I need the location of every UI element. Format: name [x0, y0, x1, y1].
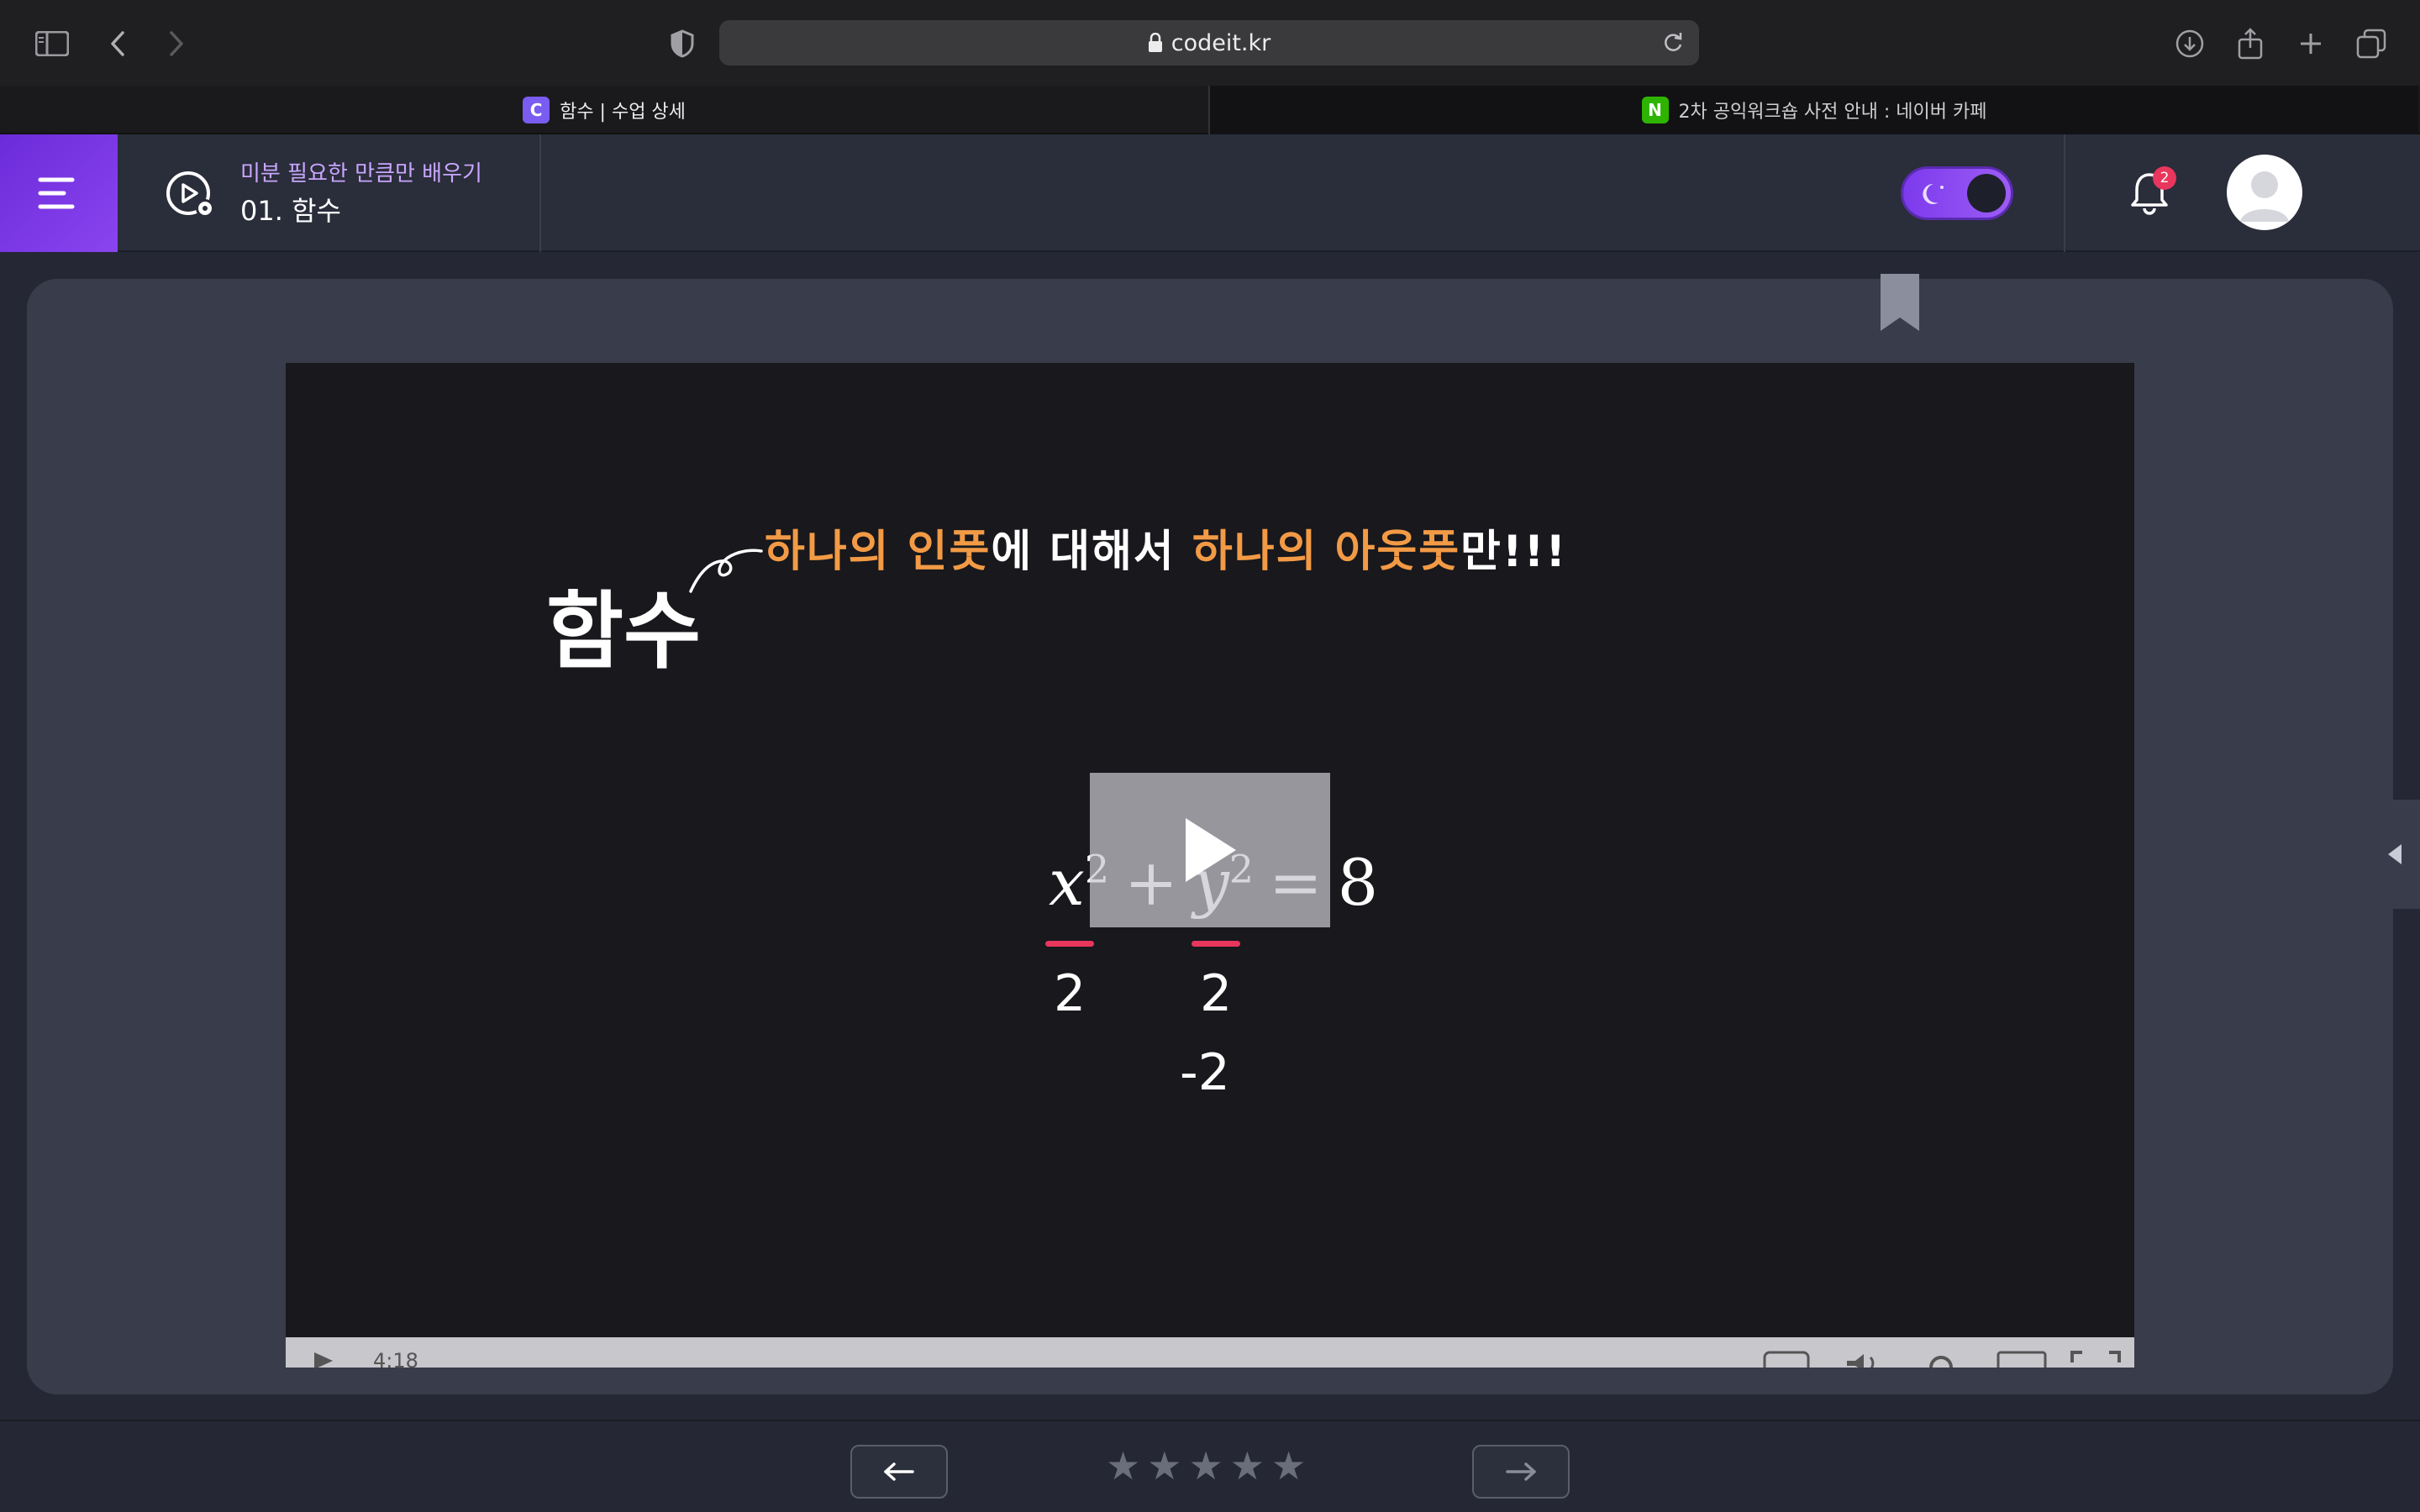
notification-badge: 2: [2153, 166, 2176, 190]
x-value: 2: [1054, 964, 1086, 1023]
app-header: 미분 필요한 만큼만 배우기 01. 함수 2: [0, 134, 2420, 252]
player-controls: 4:18: [286, 1337, 2134, 1368]
captions-icon[interactable]: [1763, 1351, 1810, 1368]
definition-output: 하나의 아웃풋: [1192, 527, 1461, 577]
dark-mode-toggle[interactable]: [1901, 166, 2013, 220]
url-text: codeit.kr: [1171, 29, 1271, 56]
picture-in-picture-icon[interactable]: [1996, 1351, 2047, 1368]
settings-gear-icon[interactable]: [1924, 1351, 1958, 1368]
arrow-right-icon: [1506, 1462, 1536, 1481]
back-icon[interactable]: [99, 25, 136, 62]
tab-label: 2차 공익워크숍 사전 안내 : 네이버 카페: [1678, 102, 1987, 123]
tab-naver-cafe[interactable]: N 2차 공익워크숍 사전 안내 : 네이버 카페: [1210, 86, 2418, 134]
course-info[interactable]: 미분 필요한 만큼만 배우기 01. 함수: [118, 134, 541, 252]
address-bar[interactable]: codeit.kr: [719, 20, 1699, 66]
tab-label: 함수 | 수업 상세: [560, 102, 686, 123]
previous-lesson-button[interactable]: [850, 1445, 948, 1499]
side-panel-toggle[interactable]: [2370, 800, 2420, 909]
user-avatar-icon: [2240, 171, 2289, 222]
codeit-favicon-icon: C: [523, 97, 550, 123]
tab-strip: C 함수 | 수업 상세 N 2차 공익워크숍 사전 안내 : 네이버 카페: [0, 86, 2420, 134]
slide-title: 함수: [546, 582, 701, 680]
definition-text: 에 대해서: [991, 527, 1192, 577]
privacy-shield-icon[interactable]: [664, 25, 701, 62]
star-icon[interactable]: ★: [1147, 1446, 1181, 1485]
play-button[interactable]: [1090, 773, 1330, 927]
new-tab-icon[interactable]: [2292, 25, 2329, 62]
star-icon[interactable]: ★: [1271, 1446, 1306, 1485]
tab-overview-icon[interactable]: [2353, 25, 2390, 62]
caret-left-icon: [2388, 844, 2402, 864]
menu-button[interactable]: [0, 134, 118, 252]
menu-icon: [38, 177, 75, 209]
share-icon[interactable]: [2232, 25, 2269, 62]
y-value-positive: 2: [1200, 964, 1233, 1023]
video-lesson-icon: [165, 170, 218, 223]
equation-x: x: [1049, 845, 1085, 920]
play-icon: [1186, 818, 1236, 882]
equation-rhs: 8: [1337, 845, 1379, 920]
star-icon[interactable]: ★: [1189, 1446, 1223, 1485]
function-definition: 하나의 인풋에 대해서 하나의 아웃풋만!!!: [765, 516, 1567, 579]
x-underline: [1045, 941, 1094, 947]
user-avatar[interactable]: [2227, 155, 2302, 230]
lesson-name: 01. 함수: [240, 195, 341, 227]
star-icon[interactable]: ★: [1230, 1446, 1265, 1485]
next-lesson-button[interactable]: [1472, 1445, 1570, 1499]
star-icon[interactable]: ★: [1106, 1446, 1140, 1485]
swirl-doodle: [689, 549, 763, 593]
arrow-left-icon: [884, 1462, 914, 1481]
bookmark-icon[interactable]: [1877, 274, 1923, 336]
tab-current[interactable]: C 함수 | 수업 상세: [0, 86, 1208, 134]
forward-icon[interactable]: [158, 25, 195, 62]
definition-input: 하나의 인풋: [765, 527, 992, 577]
toggle-knob: [1967, 174, 2006, 213]
lesson-navigation-bar: ★ ★ ★ ★ ★: [0, 1420, 2420, 1512]
lock-icon: [1148, 33, 1163, 53]
rating-stars: ★ ★ ★ ★ ★: [1106, 1446, 1306, 1485]
downloads-icon[interactable]: [2171, 25, 2208, 62]
definition-emphasis: 만!!!: [1460, 527, 1568, 577]
course-name: 미분 필요한 만큼만 배우기: [240, 161, 482, 186]
naver-favicon-icon: N: [1641, 97, 1669, 123]
playback-time: 4:18: [373, 1349, 418, 1368]
y-value-negative: -2: [1180, 1043, 1230, 1102]
moon-icon: [1923, 183, 1944, 204]
control-play-icon[interactable]: [313, 1351, 334, 1368]
video-player[interactable]: 함수 하나의 인풋에 대해서 하나의 아웃풋만!!! x2+y2=8 2 2 -…: [286, 363, 2134, 1368]
reload-icon[interactable]: [1662, 31, 1684, 55]
browser-toolbar: codeit.kr: [0, 0, 2420, 86]
y-underline: [1192, 941, 1240, 947]
sidebar-toggle-icon[interactable]: [34, 25, 71, 62]
fullscreen-icon[interactable]: [2070, 1351, 2121, 1368]
volume-icon[interactable]: [1845, 1351, 1884, 1368]
header-divider: [2064, 134, 2065, 252]
